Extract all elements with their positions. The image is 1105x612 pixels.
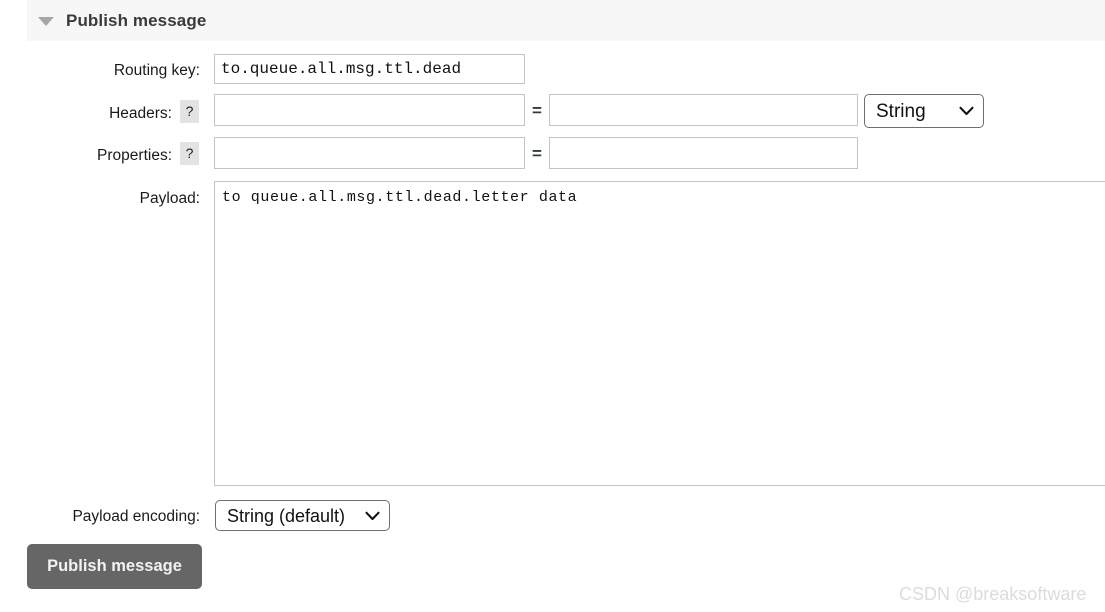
watermark: CSDN @breaksoftware xyxy=(899,584,1087,604)
headers-label: Headers: xyxy=(109,105,172,122)
properties-equals-sign: = xyxy=(532,144,542,163)
properties-value-input[interactable] xyxy=(549,137,858,169)
payload-encoding-label: Payload encoding: xyxy=(72,508,200,525)
payload-label: Payload: xyxy=(139,190,200,207)
headers-equals-sign: = xyxy=(532,101,542,120)
properties-label: Properties: xyxy=(97,147,172,164)
section-header-publish-message[interactable]: Publish message xyxy=(27,0,1105,41)
routing-key-label: Routing key: xyxy=(113,62,200,79)
triangle-down-icon[interactable] xyxy=(38,17,54,26)
page-title: Publish message xyxy=(66,10,207,30)
routing-key-input[interactable] xyxy=(214,54,525,84)
payload-encoding-select-value: String (default) xyxy=(227,505,346,526)
payload-encoding-select[interactable]: String (default) xyxy=(215,500,390,531)
header-type-select-value: String xyxy=(876,100,926,122)
header-type-select[interactable]: String xyxy=(864,94,984,128)
properties-key-input[interactable] xyxy=(214,137,525,169)
chevron-down-icon xyxy=(959,106,974,116)
payload-textarea[interactable] xyxy=(214,181,1105,486)
chevron-down-icon xyxy=(365,511,380,520)
headers-value-input[interactable] xyxy=(549,94,858,126)
properties-help-icon[interactable]: ? xyxy=(180,142,199,165)
publish-message-button[interactable]: Publish message xyxy=(27,544,202,589)
headers-help-icon[interactable]: ? xyxy=(180,100,199,123)
publish-message-page: Publish message Routing key: Headers: ? … xyxy=(0,0,1105,612)
headers-key-input[interactable] xyxy=(214,94,525,126)
